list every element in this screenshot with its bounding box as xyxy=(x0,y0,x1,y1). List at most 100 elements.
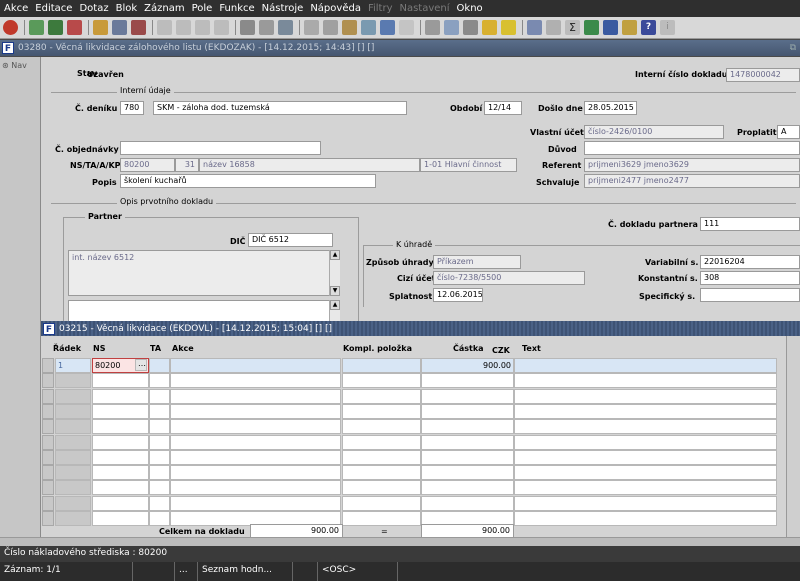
referent-field[interactable]: prijmeni3629 jmeno3629 xyxy=(584,158,800,172)
mail-icon[interactable] xyxy=(278,20,293,35)
cell-castka[interactable] xyxy=(421,465,514,481)
cell-kompl[interactable] xyxy=(342,480,421,496)
menu-item-2[interactable]: Dotaz xyxy=(79,3,108,14)
cell-ns[interactable] xyxy=(92,419,149,435)
cell-text[interactable] xyxy=(514,373,777,389)
cell-radek[interactable] xyxy=(55,495,91,511)
menu-item-11[interactable]: Okno xyxy=(457,3,483,14)
row-selector[interactable] xyxy=(42,480,54,496)
cell-ta[interactable] xyxy=(149,449,170,465)
cell-radek[interactable]: 1 xyxy=(55,358,91,373)
save-icon[interactable] xyxy=(48,20,63,35)
cislo-deniku-field[interactable]: 780 xyxy=(120,101,144,115)
row-selector[interactable] xyxy=(42,465,54,481)
cell-ns[interactable] xyxy=(92,480,149,496)
nav-icon[interactable]: ⊛ xyxy=(2,61,9,70)
cell-text[interactable] xyxy=(514,511,777,526)
cell-akce[interactable] xyxy=(170,449,341,465)
cell-akce[interactable] xyxy=(170,358,341,373)
row-selector[interactable] xyxy=(42,495,54,511)
cell-akce[interactable] xyxy=(170,403,341,419)
cell-castka[interactable] xyxy=(421,449,514,465)
row-selector[interactable] xyxy=(42,358,54,373)
cell-text[interactable] xyxy=(514,480,777,496)
menu-item-1[interactable]: Editace xyxy=(35,3,72,14)
cell-ns[interactable] xyxy=(92,373,149,389)
restore-icon[interactable]: ⧉ xyxy=(790,43,796,53)
search-icon[interactable] xyxy=(361,20,376,35)
cell-kompl[interactable] xyxy=(342,403,421,419)
variabilni-field[interactable]: 22016204 xyxy=(700,255,800,269)
row-selector[interactable] xyxy=(42,403,54,419)
gear-icon[interactable] xyxy=(463,20,478,35)
cell-ta[interactable] xyxy=(149,465,170,481)
specificky-field[interactable] xyxy=(700,288,800,302)
inner-window-title-bar[interactable]: F 03215 - Věcná likvidace (EKDOVL) - [14… xyxy=(41,321,800,336)
cell-ta[interactable] xyxy=(149,358,170,373)
vertical-scrollbar[interactable] xyxy=(786,336,800,537)
partner-adresa-scrollbar[interactable]: ▲ xyxy=(329,300,340,322)
cell-castka[interactable] xyxy=(421,403,514,419)
cell-kompl[interactable] xyxy=(342,388,421,404)
cell-ns[interactable] xyxy=(92,465,149,481)
obdobi-field[interactable]: 12/14 xyxy=(484,101,522,115)
cell-akce[interactable] xyxy=(170,434,341,450)
nav-label[interactable]: Nav xyxy=(11,61,27,70)
cell-castka[interactable]: 900.00 xyxy=(421,358,514,373)
warning-icon[interactable] xyxy=(501,20,516,35)
menu-item-6[interactable]: Funkce xyxy=(219,3,254,14)
cell-ns[interactable] xyxy=(92,449,149,465)
cell-text[interactable] xyxy=(514,419,777,435)
cell-text[interactable] xyxy=(514,358,777,373)
menu-item-7[interactable]: Nástroje xyxy=(262,3,304,14)
cell-ta[interactable] xyxy=(149,495,170,511)
cell-ns[interactable] xyxy=(92,495,149,511)
cell-radek[interactable] xyxy=(55,480,91,496)
ns-field[interactable]: 80200 xyxy=(120,158,175,172)
cell-text[interactable] xyxy=(514,403,777,419)
list-icon[interactable] xyxy=(380,20,395,35)
akce-field[interactable]: název 16858 xyxy=(199,158,420,172)
menu-item-3[interactable]: Blok xyxy=(116,3,138,14)
help-context-icon[interactable] xyxy=(622,20,637,35)
cell-kompl[interactable] xyxy=(342,419,421,435)
partner-adresa-field[interactable] xyxy=(68,300,340,322)
row-selector[interactable] xyxy=(42,511,54,526)
cell-akce[interactable] xyxy=(170,465,341,481)
scroll-up-icon[interactable]: ▲ xyxy=(330,250,340,260)
schvaluje-field[interactable]: prijmeni2477 jmeno2477 xyxy=(584,174,800,188)
cell-ta[interactable] xyxy=(149,419,170,435)
cell-ta[interactable] xyxy=(149,403,170,419)
proplatit-field[interactable]: A xyxy=(777,125,800,139)
cell-kompl[interactable] xyxy=(342,511,421,526)
doslo-dne-field[interactable]: 28.05.2015 xyxy=(584,101,637,115)
sum-icon[interactable]: Σ xyxy=(565,20,580,35)
cell-ns[interactable] xyxy=(92,388,149,404)
row-selector[interactable] xyxy=(42,449,54,465)
word-icon[interactable] xyxy=(603,20,618,35)
cell-kompl[interactable] xyxy=(342,373,421,389)
row-selector[interactable] xyxy=(42,419,54,435)
menu-item-0[interactable]: Akce xyxy=(4,3,28,14)
ta-field[interactable]: 31 xyxy=(175,158,199,172)
popis-field[interactable]: školení kuchařů xyxy=(120,174,376,188)
enter-query-icon[interactable] xyxy=(93,20,108,35)
cell-ns[interactable] xyxy=(92,511,149,526)
cell-radek[interactable] xyxy=(55,511,91,526)
scroll-up-icon[interactable]: ▲ xyxy=(330,300,340,310)
cizi-ucet-field[interactable]: číslo-7238/5500 xyxy=(433,271,585,285)
vlastni-ucet-field[interactable]: číslo-2426/0100 xyxy=(584,125,724,139)
cell-kompl[interactable] xyxy=(342,449,421,465)
cell-text[interactable] xyxy=(514,465,777,481)
row-selector[interactable] xyxy=(42,434,54,450)
cell-radek[interactable] xyxy=(55,434,91,450)
cell-text[interactable] xyxy=(514,388,777,404)
cell-ta[interactable] xyxy=(149,511,170,526)
cell-radek[interactable] xyxy=(55,465,91,481)
konstantni-field[interactable]: 308 xyxy=(700,271,800,285)
cell-castka[interactable] xyxy=(421,388,514,404)
duvod-field[interactable] xyxy=(584,141,800,155)
execute-query-icon[interactable] xyxy=(112,20,127,35)
copy-icon[interactable] xyxy=(323,20,338,35)
cell-radek[interactable] xyxy=(55,419,91,435)
